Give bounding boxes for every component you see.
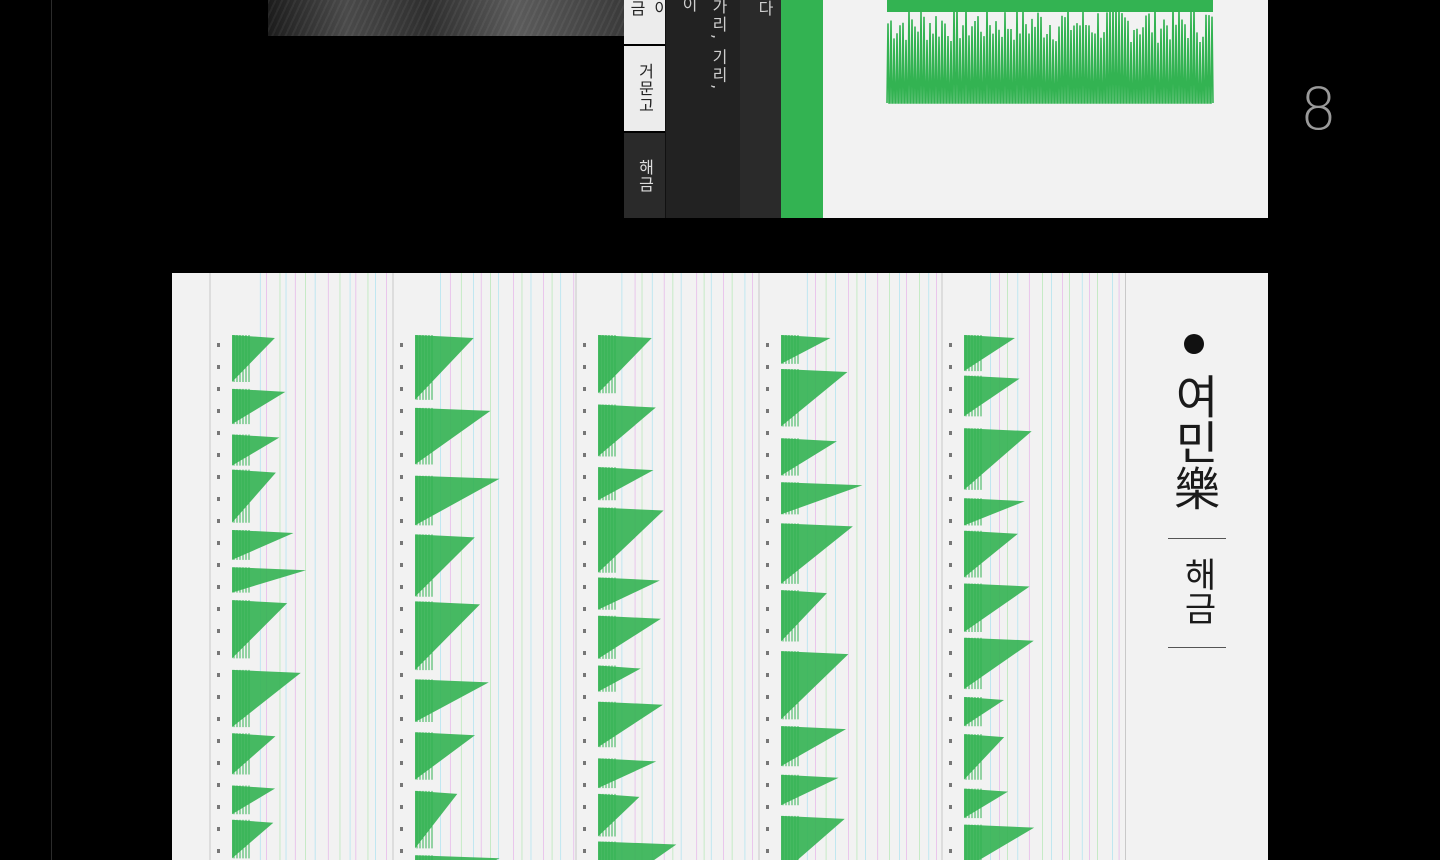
page-number: 8	[1300, 75, 1337, 143]
score-column	[941, 273, 1120, 860]
score-waveforms	[209, 273, 1120, 860]
score-column	[209, 273, 387, 860]
waveform-preview	[886, 0, 1214, 104]
title-rule-top	[1168, 538, 1226, 539]
score-sheet: 여민樂 해금	[172, 273, 1268, 860]
lyrics-column: 이 가리, 기리,	[665, 0, 740, 218]
waveform-preview-panel	[823, 0, 1268, 218]
instrument-tabs: 야금 거문고 해금	[624, 0, 670, 218]
performer-photo	[268, 0, 624, 36]
piece-title: 여민樂	[1167, 373, 1221, 511]
instrument-name: 해금	[1177, 557, 1217, 625]
score-column	[575, 273, 753, 860]
tab-yageum[interactable]: 야금	[624, 0, 670, 44]
bullet-dot	[1184, 334, 1204, 354]
accent-bar	[781, 0, 823, 218]
lyrics-text-b: 가리, 기리,	[709, 0, 728, 92]
score-column	[392, 273, 575, 860]
tab-haegeum[interactable]: 해금	[624, 133, 665, 218]
lyrics-text-c: 다	[755, 0, 774, 18]
tab-geomungo[interactable]: 거문고	[624, 46, 665, 131]
lyrics-text-a: 이	[679, 0, 698, 14]
title-rule-bottom	[1168, 647, 1226, 648]
lyrics-column-2: 다	[740, 0, 781, 218]
score-column	[758, 273, 937, 860]
frame-border-line	[51, 0, 52, 860]
